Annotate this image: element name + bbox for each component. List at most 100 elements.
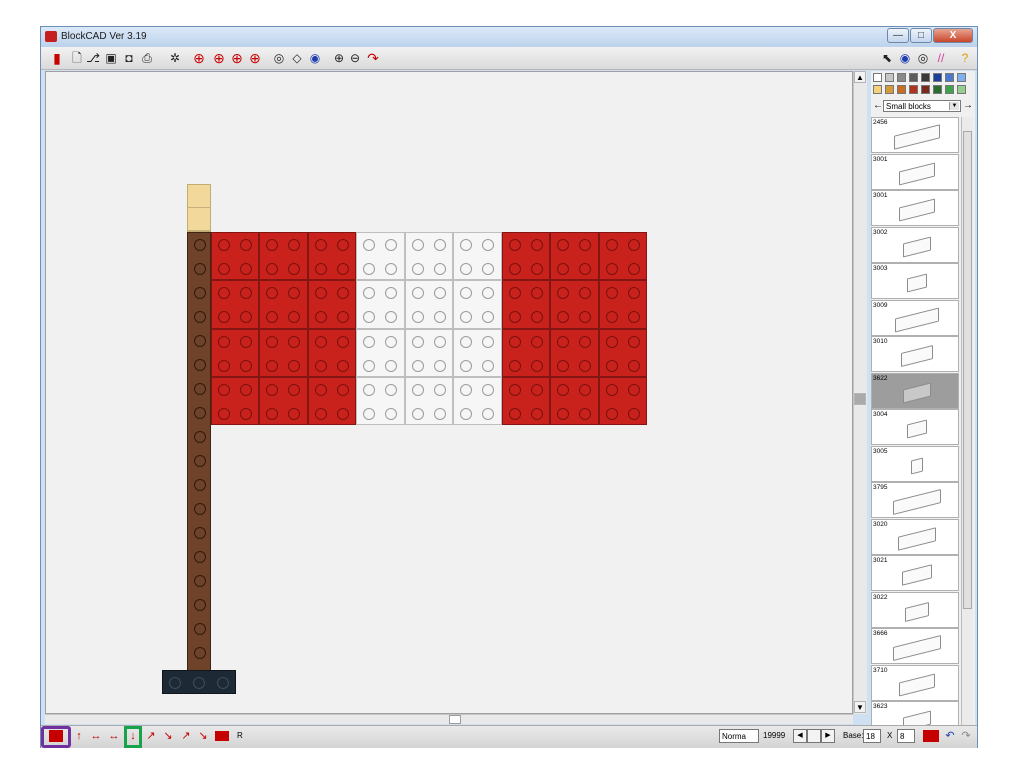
part-item[interactable]: 3020: [871, 518, 959, 555]
move-down-icon[interactable]: ↓: [126, 729, 140, 743]
part-item[interactable]: 3623: [871, 701, 959, 725]
settings-icon[interactable]: ✲: [167, 50, 183, 66]
rotate-left-icon[interactable]: ⊕: [191, 50, 207, 66]
move-right-icon[interactable]: ↔: [107, 729, 121, 743]
part-item[interactable]: 2456: [871, 117, 959, 153]
next-set-arrow[interactable]: →: [963, 100, 973, 111]
parts-list-scrollbar[interactable]: [961, 117, 973, 725]
part-item[interactable]: 3795: [871, 482, 959, 518]
mode-select[interactable]: Norma: [719, 729, 759, 743]
part-number: 3710: [873, 666, 888, 674]
zoom-in-icon[interactable]: ⊕: [331, 50, 347, 66]
part-set-dropdown[interactable]: Small blocks ▼: [883, 100, 961, 112]
rotate-up-icon[interactable]: ⊕: [229, 50, 245, 66]
blockcad-window: BlockCAD Ver 3.19 — □ X ▮ 🗋 ⎇ ▣ ◘ ⎙ ✲ ⊕ …: [40, 26, 978, 748]
move-southeast-icon[interactable]: ↘: [161, 729, 175, 743]
brick-stud: [385, 359, 398, 372]
open-icon[interactable]: ⎇: [85, 50, 101, 66]
previous-set-arrow[interactable]: ←: [873, 100, 883, 111]
close-button[interactable]: X: [933, 28, 973, 43]
color-swatch[interactable]: [957, 73, 966, 82]
scroll-up-arrow[interactable]: ▲: [854, 71, 866, 83]
part-item[interactable]: 3622: [871, 372, 959, 409]
rotate-label[interactable]: R: [237, 731, 243, 740]
color-swatch[interactable]: [921, 73, 930, 82]
help-icon[interactable]: ?: [957, 50, 973, 66]
middle-button[interactable]: [807, 729, 821, 743]
move-left-icon[interactable]: ↔: [89, 729, 103, 743]
color-swatch[interactable]: [873, 73, 882, 82]
eye-icon[interactable]: ◉: [307, 50, 323, 66]
move-northeast-alt-icon[interactable]: ↗: [179, 729, 193, 743]
brick-tool-icon[interactable]: [49, 730, 63, 742]
part-item[interactable]: 3021: [871, 555, 959, 591]
part-item[interactable]: 3010: [871, 336, 959, 372]
scroll-thumb[interactable]: [854, 393, 866, 405]
color-swatch[interactable]: [921, 85, 930, 94]
move-southeast-alt-icon[interactable]: ↘: [196, 729, 210, 743]
logo-icon[interactable]: ▮: [49, 50, 65, 66]
flag-brick: [307, 328, 357, 377]
rainbow-icon[interactable]: //: [933, 50, 949, 66]
color-swatch[interactable]: [945, 85, 954, 94]
redo-icon[interactable]: ↷: [959, 729, 973, 743]
next-button[interactable]: ▶: [821, 729, 835, 743]
part-preview: [899, 198, 935, 222]
center-icon[interactable]: ◎: [271, 50, 287, 66]
brick-stud: [218, 335, 230, 348]
prev-button[interactable]: ◀: [793, 729, 807, 743]
rotate-down-icon[interactable]: ⊕: [211, 50, 227, 66]
color-swatch[interactable]: [885, 85, 894, 94]
zoom-out-icon[interactable]: ⊖: [347, 50, 363, 66]
part-item[interactable]: 3009: [871, 299, 959, 336]
color-swatch[interactable]: [933, 85, 942, 94]
color-swatch[interactable]: [957, 85, 966, 94]
horizontal-scroll-thumb[interactable]: [449, 715, 461, 724]
color-swatch[interactable]: [897, 73, 906, 82]
scroll-down-arrow[interactable]: ▼: [854, 701, 866, 713]
move-up-icon[interactable]: ↑: [72, 729, 86, 743]
base-depth-field[interactable]: 8: [897, 729, 915, 743]
brick-stud: [314, 383, 327, 396]
parts-list-scroll-thumb[interactable]: [963, 131, 972, 609]
color-swatch[interactable]: [885, 73, 894, 82]
base-width-field[interactable]: 18: [863, 729, 881, 743]
part-item[interactable]: 3001: [871, 153, 959, 190]
camera-icon[interactable]: ◘: [121, 50, 137, 66]
part-item[interactable]: 3002: [871, 226, 959, 263]
view-icon[interactable]: ◇: [289, 50, 305, 66]
brick-3d-icon[interactable]: [923, 730, 939, 742]
undo-icon[interactable]: ↶: [943, 729, 957, 743]
undo-icon[interactable]: ↷: [365, 50, 381, 66]
save-icon[interactable]: ▣: [103, 50, 119, 66]
color-swatch[interactable]: [909, 85, 918, 94]
eye-icon[interactable]: ◉: [897, 50, 913, 66]
part-item[interactable]: 3003: [871, 263, 959, 299]
minimize-button[interactable]: —: [887, 28, 909, 43]
new-icon[interactable]: 🗋: [69, 50, 85, 66]
part-number: 3004: [873, 411, 888, 418]
color-swatch[interactable]: [873, 85, 882, 94]
pointer-icon[interactable]: ⬉: [879, 50, 895, 66]
model-canvas[interactable]: [45, 71, 853, 714]
part-item[interactable]: 3666: [871, 628, 959, 664]
print-icon[interactable]: ⎙: [139, 50, 155, 66]
part-item[interactable]: 3001: [871, 190, 959, 226]
color-swatch[interactable]: [897, 85, 906, 94]
part-item[interactable]: 3004: [871, 409, 959, 445]
brick-icon[interactable]: [215, 731, 229, 741]
color-swatch[interactable]: [909, 73, 918, 82]
maximize-button[interactable]: □: [910, 28, 932, 43]
move-northeast-icon[interactable]: ↗: [144, 729, 158, 743]
rotate-right-icon[interactable]: ⊕: [247, 50, 263, 66]
canvas-horizontal-scrollbar[interactable]: [45, 714, 853, 724]
chevron-down-icon[interactable]: ▼: [949, 102, 959, 110]
part-item[interactable]: 3005: [871, 445, 959, 482]
color-swatch[interactable]: [933, 73, 942, 82]
color-swatch[interactable]: [945, 73, 954, 82]
brick-stud: [411, 359, 424, 372]
view-icon[interactable]: ◎: [915, 50, 931, 66]
part-item[interactable]: 3022: [871, 591, 959, 628]
part-item[interactable]: 3710: [871, 664, 959, 701]
canvas-vertical-scrollbar[interactable]: ▲ ▼: [853, 71, 867, 714]
